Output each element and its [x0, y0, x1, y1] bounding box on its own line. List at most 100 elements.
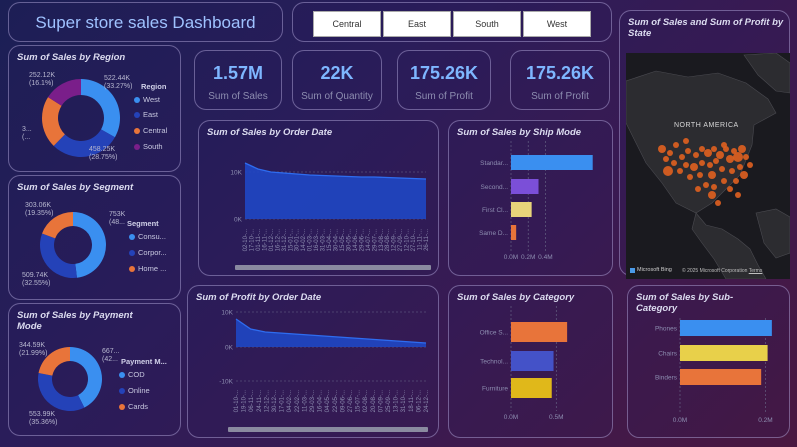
legend-dot [129, 265, 135, 272]
kpi-value: 1.57M [212, 63, 264, 83]
y-tick-label: 0K [225, 345, 234, 352]
x-tick-label: 27-09-... [398, 229, 404, 252]
x-tick-label: 12-10-... [405, 229, 411, 252]
state-bubble [693, 152, 699, 158]
state-bubble [733, 178, 739, 184]
bar [680, 369, 762, 385]
ship-mode-bar-chart[interactable]: 0.0M 0.2M 0.4M Standar... Second... First Cl.… [451, 139, 611, 274]
x-tick-label: 16-03-... [314, 229, 320, 252]
y-tick-label: Phones [655, 326, 678, 333]
slicer-south-button[interactable]: South [453, 11, 521, 37]
y-tick-label: 10K [230, 170, 242, 177]
state-bubble [685, 148, 691, 154]
x-tick-label: 0.5M [549, 414, 563, 421]
horizontal-scrollbar[interactable] [235, 265, 431, 270]
state-bubble [687, 174, 693, 180]
x-tick-label: 29-06-... [359, 229, 365, 252]
x-tick-label: 15-05-... [340, 229, 346, 252]
x-tick-label: 13-10-... [394, 390, 400, 413]
donut-slice [38, 373, 85, 411]
x-tick-label: 12-12-... [264, 390, 270, 413]
profit-by-date-card: Sum of Profit by Order Date 10K 0K -10K 01-… [187, 285, 439, 438]
region-chart-card: Sum of Sales by Region 252.12K (16.1%) 52… [8, 45, 181, 172]
legend-dot [134, 111, 140, 118]
x-tick-label: 0.0M [673, 417, 687, 424]
y-tick-label: 10K [221, 310, 233, 317]
sales-area-chart[interactable]: 10K 0K02-10-... 17-10-... 01-11-... 16-11-..… [201, 139, 436, 274]
state-bubble [740, 171, 748, 179]
y-tick-label: Standar... [480, 160, 508, 167]
legend-item-central[interactable]: Central [134, 126, 167, 135]
bar [511, 378, 552, 398]
slicer-west-button[interactable]: West [523, 11, 591, 37]
y-tick-label: First Cl... [482, 207, 508, 214]
x-tick-label: 16-04-... [318, 390, 324, 413]
y-tick-label: Furniture [482, 386, 508, 393]
legend-item-west[interactable]: West [134, 95, 160, 104]
legend-title: Segment [127, 219, 159, 228]
area-fill [236, 319, 426, 347]
state-bubble [703, 182, 709, 188]
legend-item-online[interactable]: Online [119, 386, 150, 395]
chart-title: Sum of Sales by Sub-Category [636, 292, 734, 314]
legend-title: Region [141, 82, 167, 91]
chart-title: Sum of Sales and Sum of Profit by State [628, 17, 784, 39]
x-tick-label: 17-10-... [249, 229, 255, 252]
kpi-label: Sum of Quantity [301, 91, 373, 102]
map-canvas[interactable] [626, 53, 790, 279]
slicer-central-button[interactable]: Central [313, 11, 381, 37]
horizontal-scrollbar[interactable] [228, 427, 428, 432]
legend-item-home-office[interactable]: Home ... [129, 264, 166, 273]
legend-item-south[interactable]: South [134, 142, 163, 151]
x-tick-label: 15-07-... [356, 390, 362, 413]
y-tick-label: Binders [655, 375, 678, 382]
donut-slice [73, 212, 107, 278]
bar [511, 179, 539, 194]
area-fill [245, 163, 426, 219]
state-bubble [737, 164, 743, 170]
x-tick-label: 31-03-... [321, 229, 327, 252]
legend-item-cards[interactable]: Cards [119, 402, 148, 411]
x-tick-label: 28-08-... [385, 229, 391, 252]
y-tick-label: Chairs [658, 351, 678, 358]
kpi-label: Sum of Sales [208, 91, 268, 102]
state-bubble [721, 142, 727, 148]
legend-dot [134, 96, 140, 103]
category-bar-chart[interactable]: 0.0M 0.5M Office S... Technol... Furniture [451, 304, 611, 436]
x-tick-label: 24-12-... [424, 390, 430, 413]
x-tick-label: 31-12-... [282, 229, 288, 252]
kpi-value: 22K [320, 63, 354, 83]
x-tick-label: 15-04-... [327, 229, 333, 252]
chart-title: Sum of Sales by Segment [17, 182, 134, 193]
state-map[interactable]: NORTH AMERICA Microsoft Bing © 2025 Micr… [626, 53, 790, 279]
profit-area-chart[interactable]: 10K0K-10K01-10-... 19-10-... 06-11-... 24-1… [190, 302, 435, 434]
kpi-profit-card-2: 175.26K Sum of Profit [510, 50, 610, 110]
legend-item-cod[interactable]: COD [119, 370, 145, 379]
sales-by-date-card: Sum of Sales by Order Date 10K 0K 02-10-..… [198, 120, 439, 276]
y-tick-label: Technol... [480, 359, 508, 366]
state-bubble [713, 158, 719, 164]
data-label: 458.25K (28.75%) [89, 146, 118, 161]
state-bubble [735, 192, 741, 198]
segment-donut[interactable] [39, 211, 107, 279]
x-tick-label: 01-11-... [256, 229, 262, 251]
legend-item-consumer[interactable]: Consu... [129, 232, 166, 241]
x-tick-label: 30-01-... [295, 229, 301, 252]
x-tick-label: 01-12-... [269, 229, 275, 252]
terms-link[interactable]: Terms [749, 268, 763, 274]
state-bubble [747, 162, 753, 168]
state-bubble [667, 150, 673, 156]
slicer-east-button[interactable]: East [383, 11, 451, 37]
legend-dot [129, 233, 135, 240]
x-tick-label: 06-12-... [416, 390, 422, 413]
legend-item-corporate[interactable]: Corpor... [129, 248, 167, 257]
x-tick-label: 14-06-... [353, 229, 359, 252]
subcategory-bar-chart[interactable]: 0.0M 0.2M Phones Chairs Binders [630, 316, 788, 436]
x-tick-label: 11-03-... [302, 390, 308, 412]
kpi-value: 175.26K [525, 63, 595, 83]
legend-title: Payment M... [121, 357, 167, 366]
legend-item-east[interactable]: East [134, 110, 158, 119]
chart-title: Sum of Sales by Ship Mode [457, 127, 582, 138]
y-tick-label: Office S... [480, 330, 509, 337]
y-tick-label: Second... [481, 184, 509, 191]
